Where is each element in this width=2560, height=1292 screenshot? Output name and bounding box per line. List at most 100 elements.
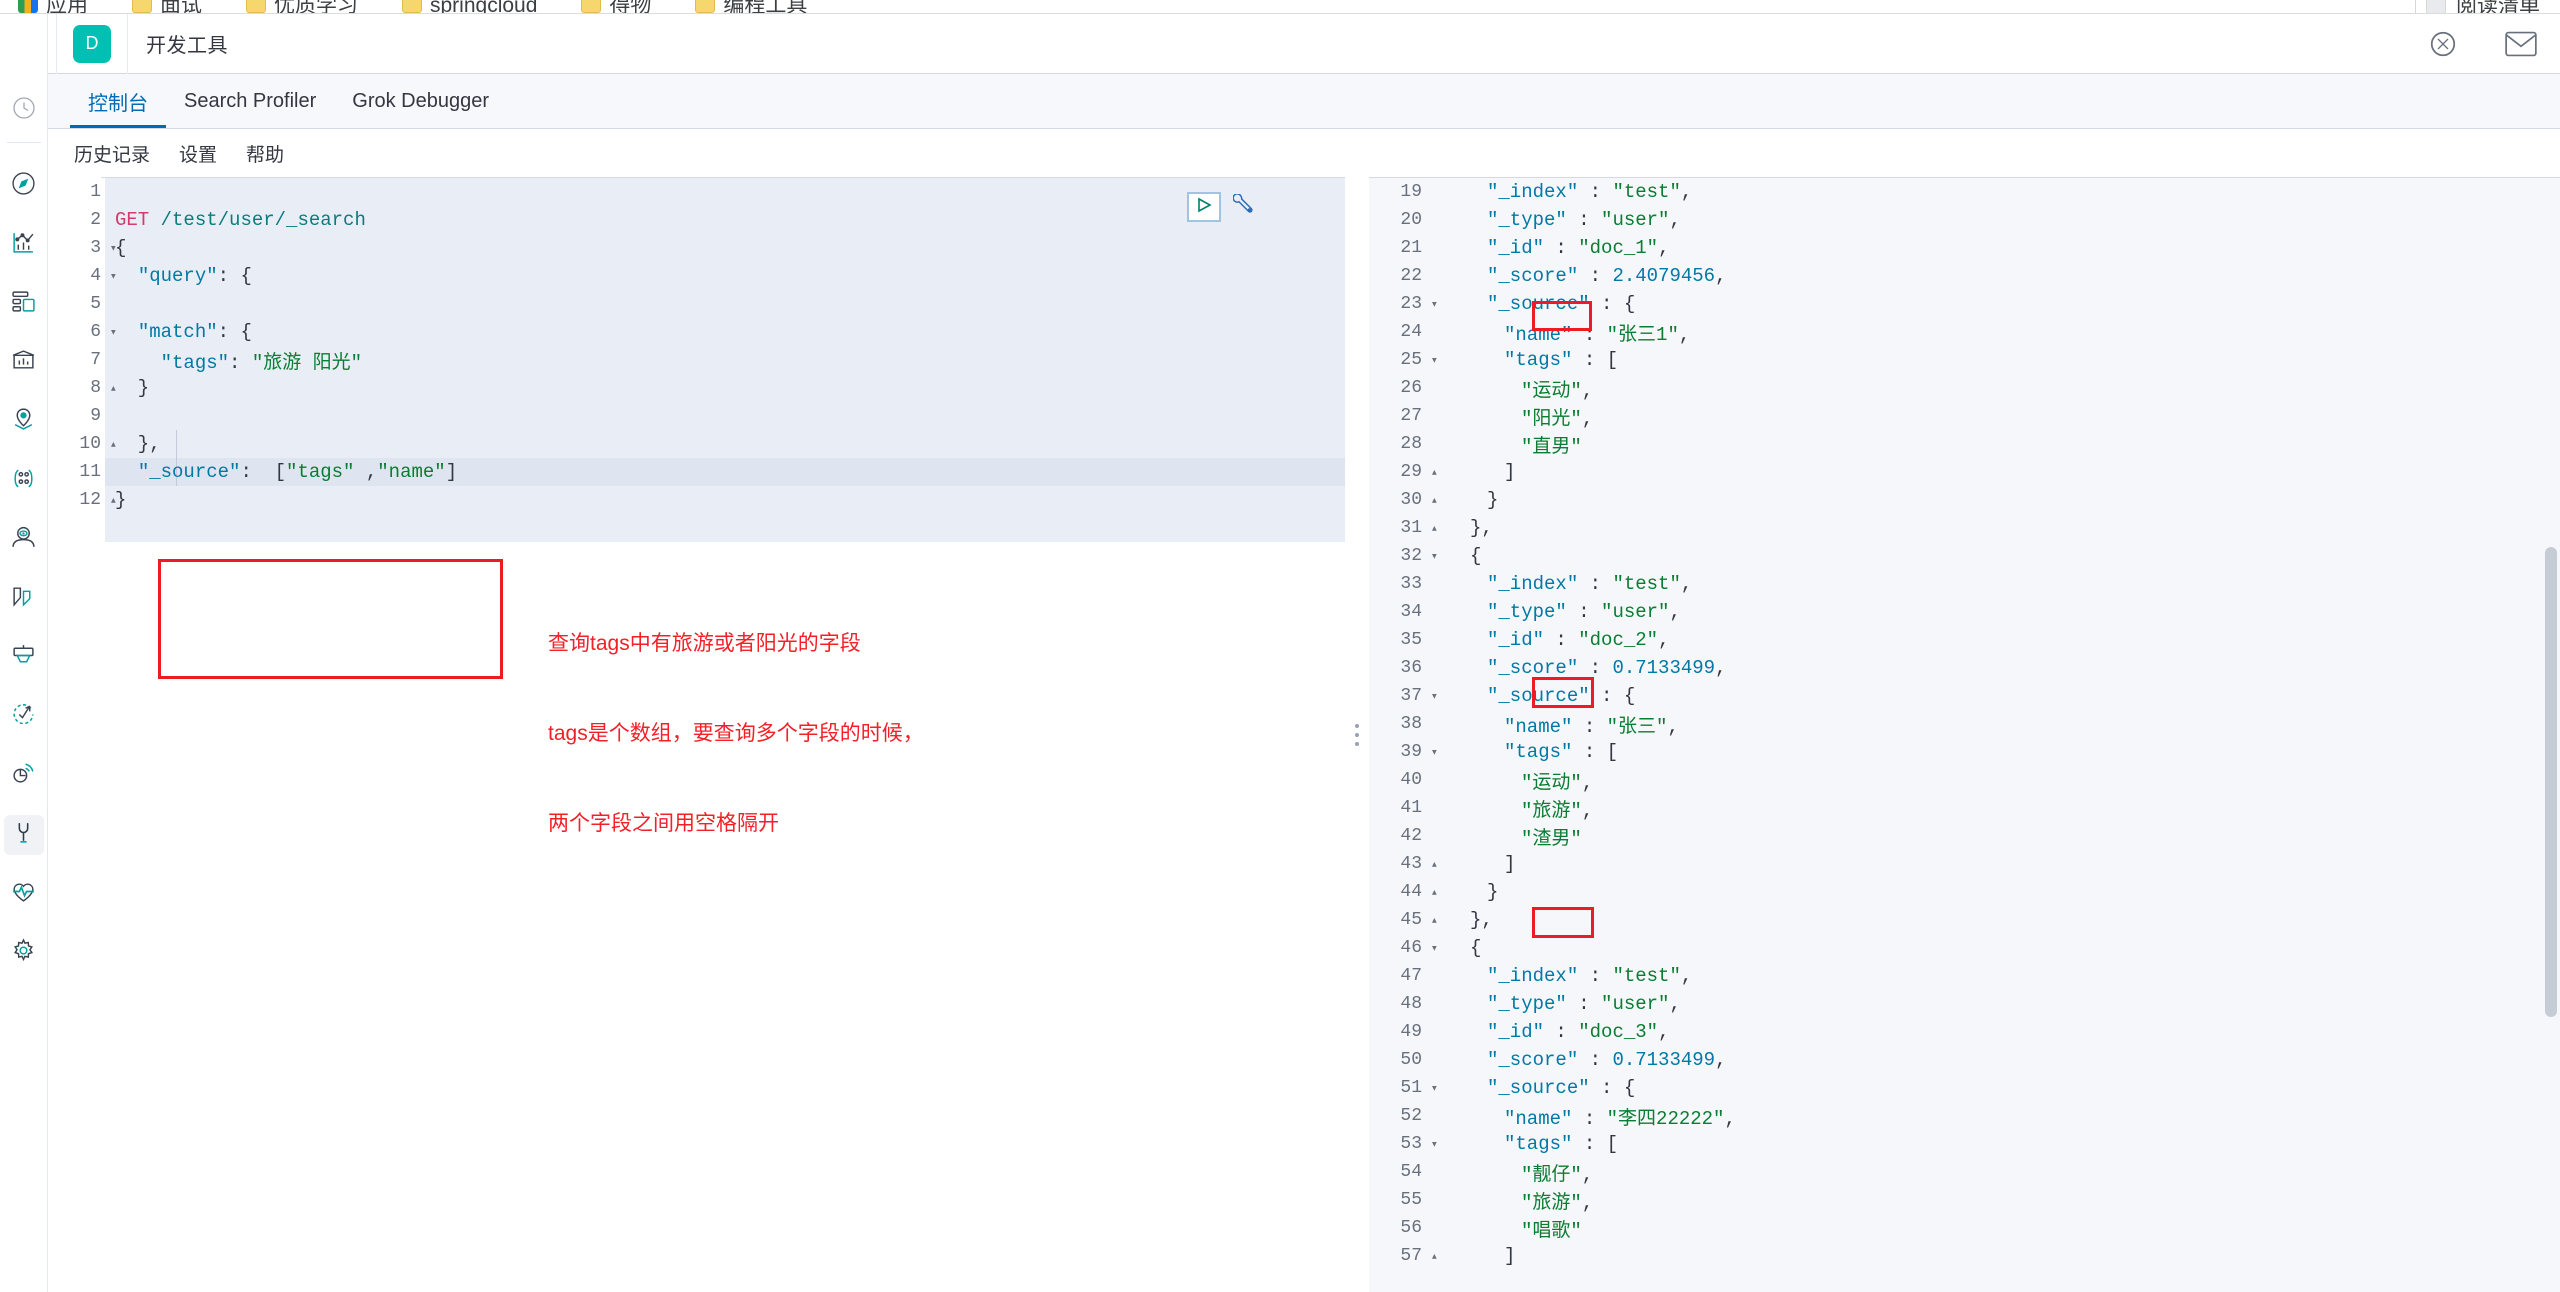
code-token: : [ — [240, 461, 287, 483]
fold-collapse-icon[interactable]: ▾ — [110, 269, 117, 284]
code-token: 2.4079456 — [1612, 265, 1716, 287]
fold-collapse-icon[interactable]: ▾ — [110, 241, 117, 256]
fold-collapse-icon[interactable]: ▾ — [1431, 1081, 1438, 1096]
line-number: 57 ▴ — [1400, 1246, 1438, 1266]
fold-expand-icon[interactable]: ▴ — [110, 381, 117, 396]
bookmark-label: 面试 — [160, 0, 202, 14]
code-token: : { — [217, 265, 252, 287]
fold-collapse-icon[interactable]: ▾ — [1431, 549, 1438, 564]
bookmark-item[interactable]: 面试 — [132, 0, 202, 13]
fold-expand-icon[interactable]: ▴ — [1431, 857, 1438, 872]
code-token: "test" — [1612, 965, 1681, 987]
bookmark-item[interactable]: 编程工具 — [695, 0, 807, 13]
fold-collapse-icon[interactable]: ▾ — [110, 325, 117, 340]
sidebar-item-dashboard[interactable] — [4, 284, 44, 324]
response-viewer-pane[interactable]: 19 "_index" : "test", 20 "_type" : "user", 2… — [1369, 177, 2560, 1292]
sidebar-item-discover[interactable] — [4, 166, 44, 206]
line-number: 36 — [1400, 658, 1422, 678]
pane-splitter[interactable] — [1345, 177, 1369, 1292]
line-number: 46 ▾ — [1400, 938, 1438, 958]
code-token: "user" — [1601, 209, 1670, 231]
code-line: 20 "_type" : "user", — [1369, 206, 2560, 234]
fold-expand-icon[interactable]: ▴ — [1431, 913, 1438, 928]
fold-expand-icon[interactable]: ▴ — [1431, 521, 1438, 536]
code-token: "_type" — [1487, 993, 1567, 1015]
code-token: , — [1715, 1049, 1727, 1071]
code-line: 3 ▾{ — [48, 234, 1345, 262]
bookmark-item[interactable]: 优质学习 — [246, 0, 358, 13]
code-line: 30 ▴} — [1369, 486, 2560, 514]
fold-expand-icon[interactable]: ▴ — [1431, 465, 1438, 480]
code-token: : [ — [1572, 349, 1619, 371]
code-line: 38 "name" : "张三", — [1369, 710, 2560, 738]
logs-console-icon — [11, 643, 36, 673]
fold-expand-icon[interactable]: ▴ — [110, 493, 117, 508]
code-token: : [ — [1572, 1133, 1619, 1155]
request-editor[interactable]: 1 2 GET /test/user/_search 3 ▾{4 ▾ "query": {… — [48, 177, 1345, 1292]
sidebar-item-visualize[interactable] — [4, 225, 44, 265]
send-request-button[interactable] — [1187, 192, 1221, 222]
fold-expand-icon[interactable]: ▴ — [110, 437, 117, 452]
fold-expand-icon[interactable]: ▴ — [1431, 493, 1438, 508]
code-line: 37 ▾ "_source" : { — [1369, 682, 2560, 710]
fold-expand-icon[interactable]: ▴ — [1431, 885, 1438, 900]
kibana-header: D 开发工具 — [0, 13, 2560, 74]
sidebar-item-management[interactable] — [4, 933, 44, 973]
fold-expand-icon[interactable]: ▴ — [1431, 1249, 1438, 1264]
tab-label: Grok Debugger — [352, 89, 490, 112]
bookmark-item[interactable]: springcloud — [402, 0, 537, 13]
code-token: "tags" — [286, 461, 355, 483]
console-menubar: 历史记录 设置 帮助 — [48, 129, 2560, 177]
bookmark-item[interactable]: 应用 — [18, 0, 88, 13]
sidebar-item-logs[interactable] — [4, 638, 44, 678]
fold-collapse-icon[interactable]: ▾ — [1431, 297, 1438, 312]
code-token: "靓仔" — [1521, 1163, 1582, 1186]
code-token: , — [1581, 771, 1594, 794]
infrastructure-icon — [11, 584, 36, 614]
sidebar-item-recently-viewed[interactable] — [4, 90, 44, 130]
line-number: 21 — [1400, 238, 1422, 258]
menu-item-help[interactable]: 帮助 — [246, 140, 284, 167]
bookmark-item[interactable]: 得物 — [581, 0, 651, 13]
code-token: "_type" — [1487, 209, 1567, 231]
code-line: 40 "运动", — [1369, 766, 2560, 794]
fold-collapse-icon[interactable]: ▾ — [1431, 1137, 1438, 1152]
open-docs-button[interactable] — [1229, 192, 1259, 222]
sidebar-item-infrastructure[interactable] — [4, 579, 44, 619]
sidebar-item-maps[interactable] — [4, 402, 44, 442]
sidebar-item-apm[interactable] — [4, 756, 44, 796]
request-editor-pane[interactable]: 1 2 GET /test/user/_search 3 ▾{4 ▾ "query": {… — [48, 177, 1345, 1292]
fold-collapse-icon[interactable]: ▾ — [1431, 689, 1438, 704]
sidebar-item-machine-learning[interactable] — [4, 520, 44, 560]
mail-icon[interactable] — [2504, 27, 2538, 61]
line-number: 30 ▴ — [1400, 490, 1438, 510]
code-text: "match": { — [105, 321, 252, 343]
sidebar-item-canvas[interactable] — [4, 343, 44, 383]
fold-collapse-icon[interactable]: ▾ — [1431, 941, 1438, 956]
tab-grok-debugger[interactable]: Grok Debugger — [334, 74, 507, 128]
space-avatar[interactable]: D — [73, 24, 111, 63]
help-circle-icon[interactable] — [2426, 27, 2460, 61]
tab-console[interactable]: 控制台 — [70, 74, 166, 128]
folder-icon — [402, 0, 422, 13]
reading-list-area[interactable]: 阅读清单 — [2415, 0, 2560, 13]
splitter-grip-icon — [1355, 723, 1359, 746]
tab-search-profiler[interactable]: Search Profiler — [166, 74, 334, 128]
code-token: "_index" — [1487, 181, 1579, 203]
sidebar-item-monitoring[interactable] — [4, 874, 44, 914]
line-number: 10 ▴ — [79, 434, 117, 454]
code-token: ] — [1504, 461, 1516, 483]
menu-item-settings[interactable]: 设置 — [179, 140, 217, 167]
code-token: "tags" — [160, 351, 230, 374]
sidebar-item-dev-tools[interactable] — [3, 815, 44, 855]
sidebar-item-graph[interactable] — [4, 461, 44, 501]
code-token: "旅游" — [1521, 1191, 1582, 1214]
menu-item-history[interactable]: 历史记录 — [74, 140, 150, 167]
fold-collapse-icon[interactable]: ▾ — [1431, 745, 1438, 760]
response-scrollbar[interactable] — [2545, 547, 2557, 1017]
code-line: 48 "_type" : "user", — [1369, 990, 2560, 1018]
sidebar-item-uptime[interactable] — [4, 697, 44, 737]
fold-collapse-icon[interactable]: ▾ — [1431, 353, 1438, 368]
line-number: 35 — [1400, 630, 1422, 650]
